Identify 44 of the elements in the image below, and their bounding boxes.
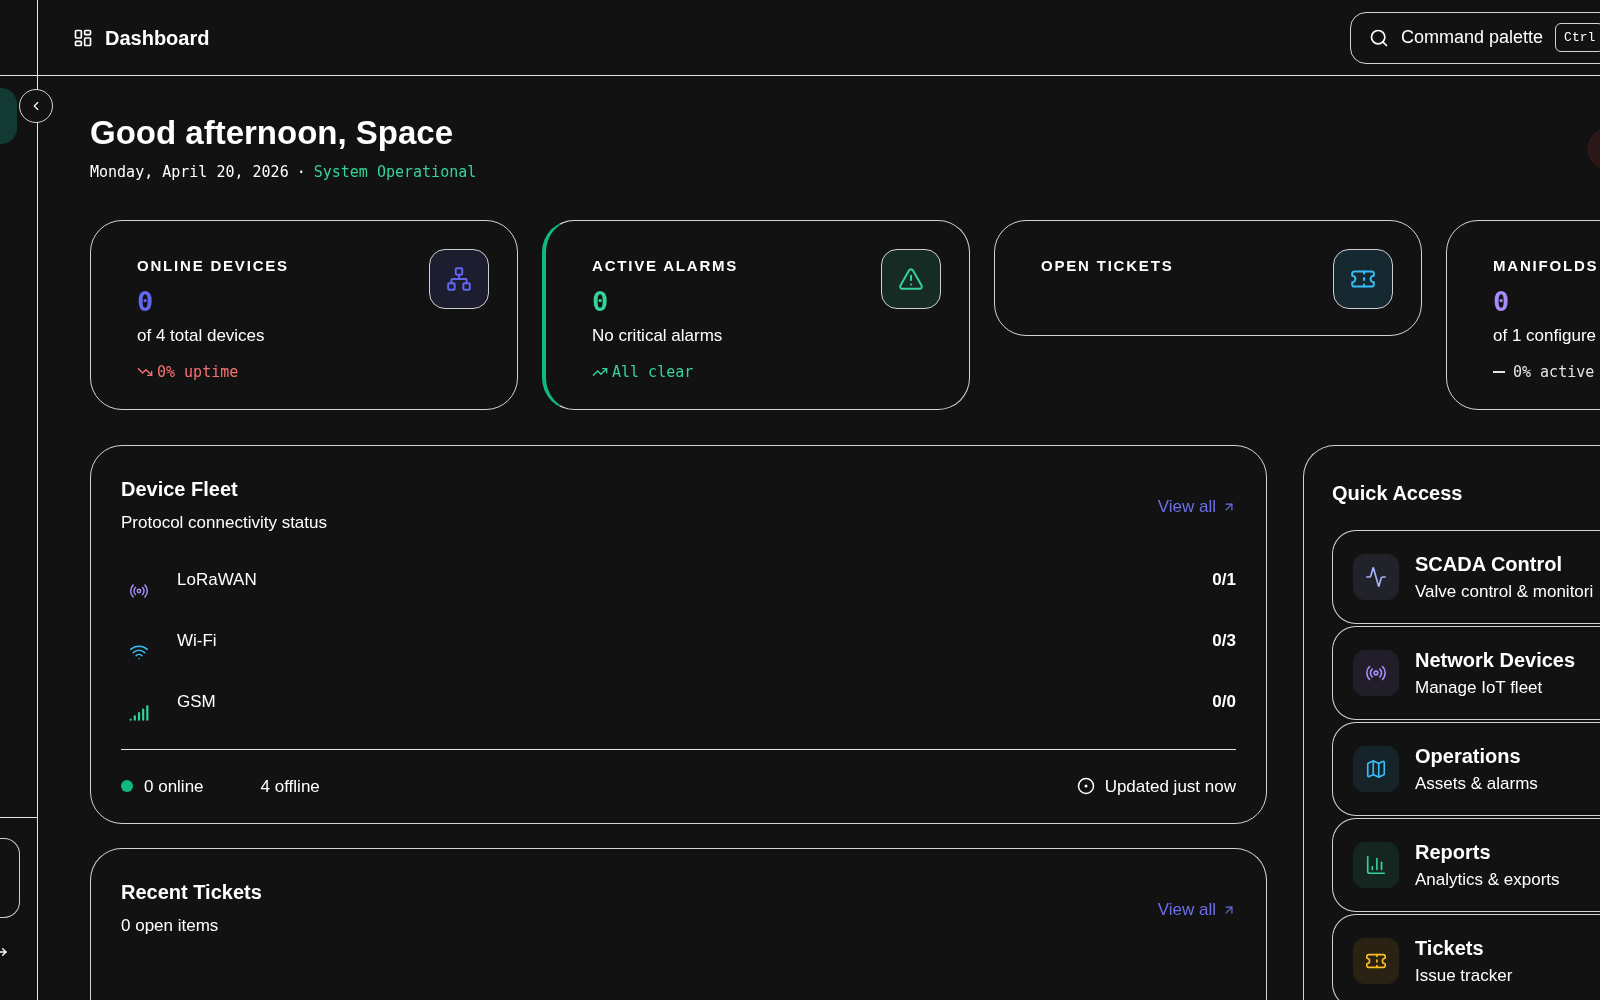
updated-text: Updated just now bbox=[1104, 775, 1236, 798]
date-text: Monday, April 20, 2026 bbox=[90, 162, 289, 184]
view-all-link[interactable]: View all bbox=[1157, 897, 1236, 923]
panel-title: Device Fleet bbox=[121, 477, 239, 502]
protocol-name: GSM bbox=[177, 691, 216, 714]
quick-access-item[interactable]: Reports Analytics & exports bbox=[1332, 818, 1600, 912]
view-all-link[interactable]: View all bbox=[1157, 494, 1236, 520]
shortcut-key: Ctrl bbox=[1555, 22, 1600, 53]
stat-trend: 0% active bbox=[1513, 361, 1595, 383]
panel-title: Quick Access bbox=[1332, 481, 1464, 506]
stat-detail: No critical alarms bbox=[592, 325, 724, 347]
stat-value: 0 bbox=[1493, 285, 1511, 319]
dashboard-icon bbox=[73, 27, 93, 48]
collapse-sidebar-button[interactable] bbox=[19, 89, 53, 123]
quick-access-item[interactable]: SCADA Control Valve control & monitori bbox=[1332, 530, 1600, 624]
offline-count: 4 offline bbox=[260, 775, 320, 798]
page-title: Dashboard bbox=[105, 25, 210, 51]
protocol-name: Wi-Fi bbox=[177, 630, 217, 653]
stat-detail: of 4 total devices bbox=[137, 325, 266, 347]
quick-access-item[interactable]: Operations Assets & alarms bbox=[1332, 722, 1600, 816]
stat-detail: of 1 configure bbox=[1493, 325, 1597, 347]
protocol-count: 0/3 bbox=[1212, 630, 1236, 653]
protocol-count: 0/0 bbox=[1212, 691, 1236, 714]
search-icon bbox=[1369, 27, 1389, 48]
stat-value: 0 bbox=[592, 285, 610, 319]
stat-label: ACTIVE ALARMS bbox=[592, 255, 739, 276]
panel-subtitle: 0 open items bbox=[121, 915, 220, 937]
online-count: 0 online bbox=[144, 775, 204, 798]
command-palette-button[interactable]: Command palette Ctrl bbox=[1350, 11, 1600, 64]
panel-subtitle: Protocol connectivity status bbox=[121, 512, 327, 534]
system-status: System Operational bbox=[313, 162, 477, 184]
stat-label: OPEN TICKETS bbox=[1041, 255, 1174, 276]
stat-value: 0 bbox=[137, 285, 155, 319]
stat-label: ONLINE DEVICES bbox=[137, 255, 289, 276]
panel-title: Recent Tickets bbox=[121, 880, 262, 905]
protocol-count: 0/1 bbox=[1212, 569, 1236, 592]
stat-label: MANIFOLDS bbox=[1493, 255, 1599, 276]
stat-trend: All clear bbox=[612, 361, 694, 383]
protocol-name: LoRaWAN bbox=[177, 569, 257, 592]
stat-trend: 0% uptime bbox=[157, 361, 239, 383]
user-card[interactable] bbox=[0, 838, 20, 918]
quick-access-item[interactable]: Network Devices Manage IoT fleet bbox=[1332, 626, 1600, 720]
greeting-title: Good afternoon, Space bbox=[90, 113, 454, 153]
separator-dot: · bbox=[296, 162, 306, 184]
